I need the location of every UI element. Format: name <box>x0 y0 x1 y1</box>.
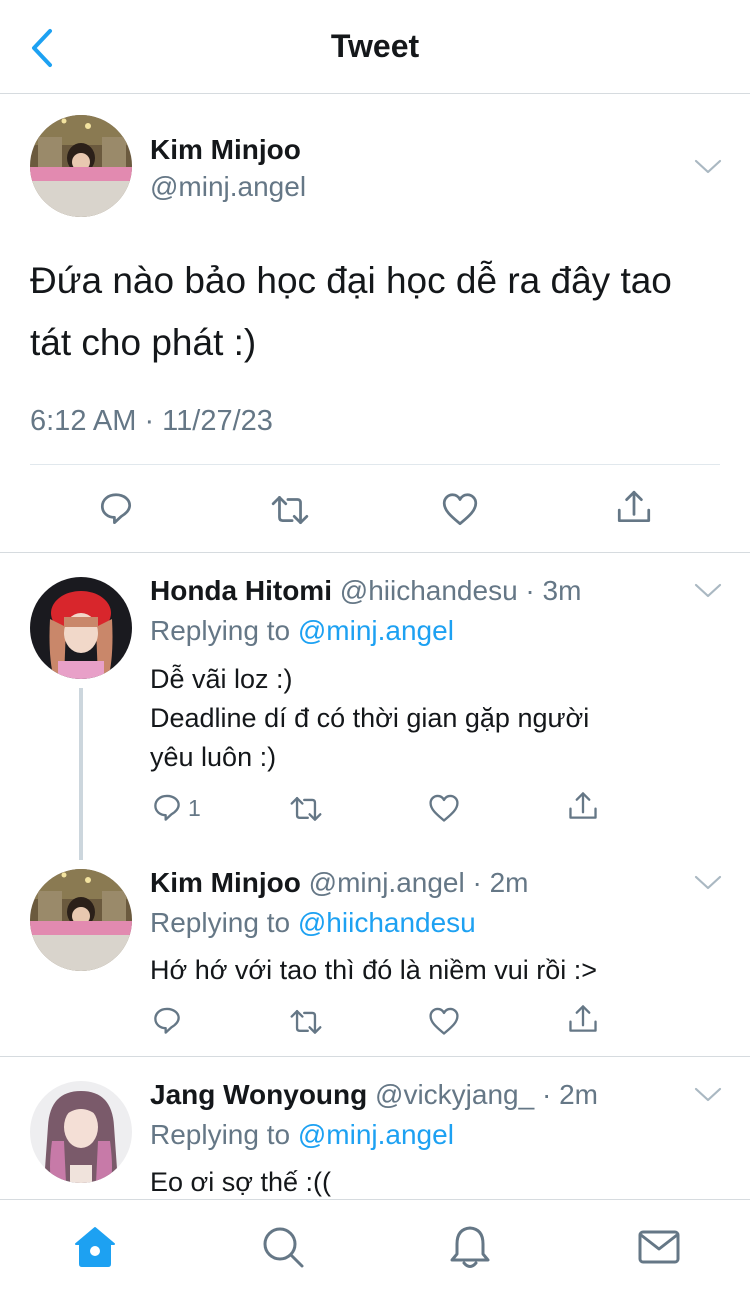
search-icon <box>263 1227 304 1268</box>
chevron-down-icon[interactable] <box>693 873 723 893</box>
tab-messages[interactable] <box>634 1222 684 1272</box>
retweet-button[interactable] <box>287 1004 325 1038</box>
reply-text-line: yêu luôn :) <box>150 742 277 772</box>
like-button[interactable] <box>427 791 461 825</box>
avatar-jang-wonyoung[interactable] <box>30 1081 132 1183</box>
retweet-button[interactable] <box>287 791 325 825</box>
share-icon <box>617 490 651 523</box>
chevron-down-icon[interactable] <box>693 581 723 601</box>
mention-link[interactable]: @hiichandesu <box>298 907 476 938</box>
reply-text-line: Deadline dí đ có thời gian gặp người <box>150 703 590 733</box>
reply-icon <box>154 1007 180 1034</box>
author-handle-and-time: @vickyjang_ · 2m <box>375 1079 598 1110</box>
chevron-down-icon[interactable] <box>693 157 723 177</box>
reply-text: Eo ơi sợ thế :(( <box>150 1163 690 1202</box>
avatar-image <box>30 869 132 971</box>
reply-text-line: Eo ơi sợ thế :(( <box>150 1167 331 1197</box>
retweet-button[interactable] <box>268 489 312 529</box>
replying-label: Replying to <box>150 1119 298 1150</box>
reply-button[interactable] <box>150 1004 184 1038</box>
mention-link[interactable]: @minj.angel <box>298 1119 454 1150</box>
home-icon <box>75 1227 115 1267</box>
bottom-tab-bar <box>0 1199 750 1298</box>
retweet-icon <box>271 496 309 525</box>
avatar-image <box>30 577 132 679</box>
like-button[interactable] <box>440 489 480 529</box>
divider <box>30 464 720 465</box>
reply-icon <box>154 794 180 821</box>
avatar-honda-hitomi[interactable] <box>30 577 132 679</box>
share-button[interactable] <box>566 1002 600 1036</box>
reply-header: Honda Hitomi @hiichandesu · 3m <box>150 575 581 607</box>
avatar-kim-minjoo[interactable] <box>30 115 132 217</box>
heart-icon <box>429 1007 459 1035</box>
reply-text-line: Dễ vãi loz :) <box>150 664 293 694</box>
chevron-down-icon[interactable] <box>693 1085 723 1105</box>
share-icon <box>569 792 597 819</box>
thread-connector <box>79 688 83 860</box>
replying-label: Replying to <box>150 615 298 646</box>
share-icon <box>569 1005 597 1032</box>
page-title: Tweet <box>330 28 420 64</box>
author-name[interactable]: Kim Minjoo <box>150 134 301 166</box>
retweet-icon <box>290 796 322 821</box>
author-handle-and-time: @hiichandesu · 3m <box>339 575 582 606</box>
tweet-text-line: tát cho phát :) <box>30 322 257 363</box>
avatar-image <box>30 115 132 217</box>
like-button[interactable] <box>427 1004 461 1038</box>
bell-icon <box>450 1226 490 1268</box>
heart-icon <box>442 493 478 526</box>
reply-text-line: Hớ hớ với tao thì đó là niềm vui rồi :> <box>150 955 598 985</box>
replying-to: Replying to @minj.angel <box>150 1119 454 1151</box>
share-button[interactable] <box>614 487 654 527</box>
reply-icon <box>100 493 132 525</box>
avatar-kim-minjoo[interactable] <box>30 869 132 971</box>
replying-label: Replying to <box>150 907 298 938</box>
retweet-icon <box>290 1009 322 1034</box>
tweet-text: Đứa nào bảo học đại học dễ ra đây tao tá… <box>30 250 730 374</box>
reply-header: Jang Wonyoung @vickyjang_ · 2m <box>150 1079 598 1111</box>
reply-button[interactable] <box>96 489 136 529</box>
divider <box>0 1056 750 1057</box>
author-handle[interactable]: @minj.angel <box>150 171 306 203</box>
tweet-timestamp: 6:12 AM · 11/27/23 <box>30 405 273 437</box>
tab-notifications[interactable] <box>445 1222 495 1272</box>
reply-header: Kim Minjoo @minj.angel · 2m <box>150 867 529 899</box>
tab-home[interactable] <box>70 1222 120 1272</box>
reply-text: Dễ vãi loz :) Deadline dí đ có thời gian… <box>150 660 690 777</box>
share-button[interactable] <box>566 789 600 823</box>
avatar-image <box>30 1081 132 1183</box>
replying-to: Replying to @minj.angel <box>150 615 454 647</box>
reply-count: 1 <box>188 794 201 821</box>
mention-link[interactable]: @minj.angel <box>298 615 454 646</box>
navigation-header: Tweet <box>0 0 750 94</box>
author-handle-and-time: @minj.angel · 2m <box>308 867 529 898</box>
replying-to: Replying to @hiichandesu <box>150 907 476 939</box>
reply-button[interactable]: 1 <box>150 791 201 825</box>
author-name[interactable]: Kim Minjoo <box>150 867 301 898</box>
author-name[interactable]: Honda Hitomi <box>150 575 332 606</box>
tweet-text-line: Đứa nào bảo học đại học dễ ra đây tao <box>30 260 672 301</box>
author-name[interactable]: Jang Wonyoung <box>150 1079 367 1110</box>
heart-icon <box>429 794 459 822</box>
tab-search[interactable] <box>258 1222 308 1272</box>
reply-text: Hớ hớ với tao thì đó là niềm vui rồi :> <box>150 951 730 990</box>
divider <box>0 552 750 553</box>
mail-icon <box>638 1230 680 1264</box>
